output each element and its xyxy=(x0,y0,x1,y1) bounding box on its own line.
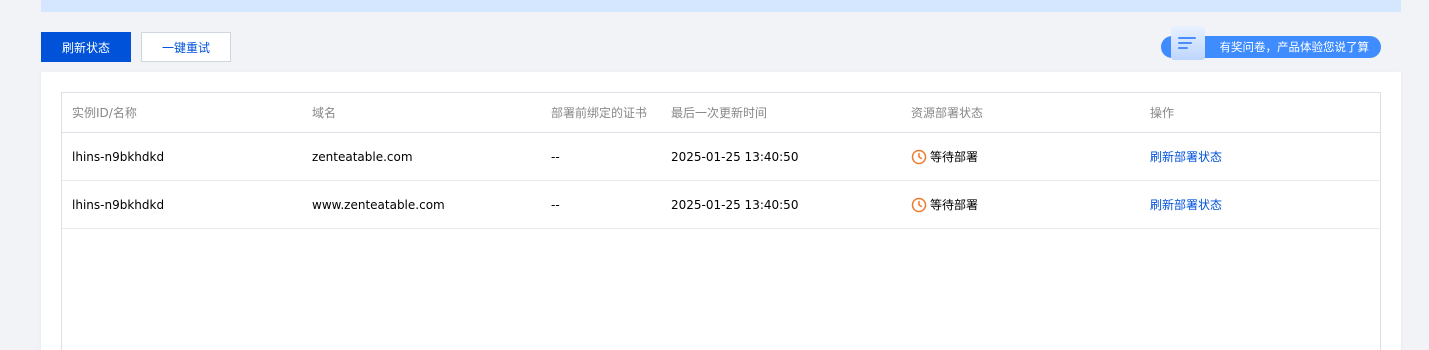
status-cell: 等待部署 xyxy=(911,133,978,180)
survey-document-icon xyxy=(1171,26,1205,60)
info-banner xyxy=(41,0,1401,12)
instance-id-cell: lhins-n9bkhdkd xyxy=(72,149,165,164)
updated-at-cell: 2025-01-25 13:40:50 xyxy=(671,197,799,212)
header-domain: 域名 xyxy=(312,106,337,120)
status-label: 等待部署 xyxy=(930,198,979,212)
bound-cert-cell: -- xyxy=(551,149,560,164)
refresh-deploy-status-link[interactable]: 刷新部署状态 xyxy=(1150,196,1222,213)
header-bound-cert: 部署前绑定的证书 xyxy=(551,106,648,120)
table-header: 实例ID/名称 域名 部署前绑定的证书 最后一次更新时间 资源部署状态 操作 xyxy=(62,93,1380,133)
refresh-status-button[interactable]: 刷新状态 xyxy=(41,32,131,62)
header-status: 资源部署状态 xyxy=(911,106,984,120)
header-action: 操作 xyxy=(1150,106,1175,120)
table-row: lhins-n9bkhdkd www.zenteatable.com -- 20… xyxy=(62,181,1380,229)
table-row: lhins-n9bkhdkd zenteatable.com -- 2025-0… xyxy=(62,133,1380,181)
clock-icon xyxy=(911,197,927,212)
domain-cell: zenteatable.com xyxy=(312,149,413,164)
action-cell: 刷新部署状态 xyxy=(1150,133,1222,180)
status-cell: 等待部署 xyxy=(911,181,978,228)
clock-icon xyxy=(911,149,927,164)
retry-all-button[interactable]: 一键重试 xyxy=(141,32,231,62)
header-instance-id: 实例ID/名称 xyxy=(72,106,137,120)
refresh-deploy-status-link[interactable]: 刷新部署状态 xyxy=(1150,148,1222,165)
domain-cell: www.zenteatable.com xyxy=(312,197,445,212)
instance-id-cell: lhins-n9bkhdkd xyxy=(72,197,165,212)
survey-banner[interactable]: 有奖问卷，产品体验您说了算 xyxy=(1161,26,1381,60)
updated-at-cell: 2025-01-25 13:40:50 xyxy=(671,149,799,164)
action-cell: 刷新部署状态 xyxy=(1150,181,1222,228)
bound-cert-cell: -- xyxy=(551,197,560,212)
status-label: 等待部署 xyxy=(930,150,979,164)
header-updated-at: 最后一次更新时间 xyxy=(671,106,768,120)
deploy-table: 实例ID/名称 域名 部署前绑定的证书 最后一次更新时间 资源部署状态 操作 l… xyxy=(61,92,1381,350)
survey-label: 有奖问卷，产品体验您说了算 xyxy=(1219,40,1370,54)
deploy-card: 实例ID/名称 域名 部署前绑定的证书 最后一次更新时间 资源部署状态 操作 l… xyxy=(41,72,1401,350)
